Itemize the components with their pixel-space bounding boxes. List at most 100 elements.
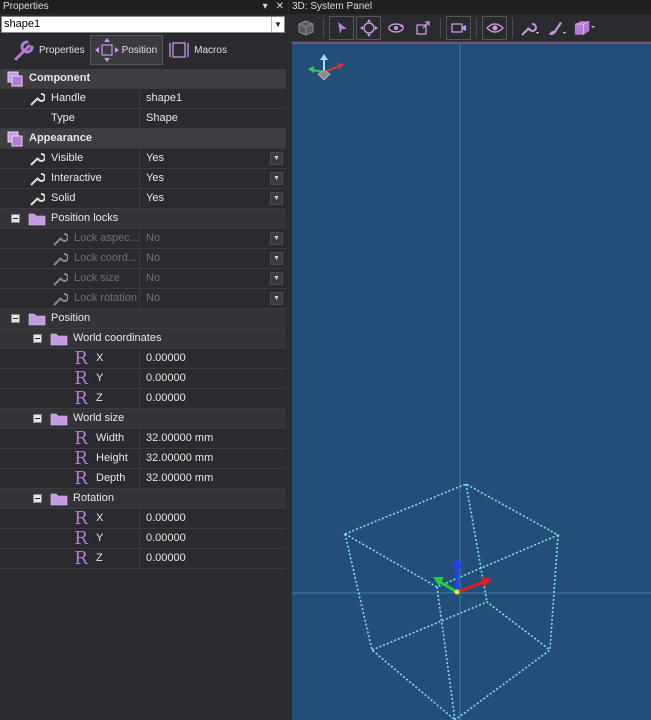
eye-icon[interactable] bbox=[482, 15, 507, 40]
move-arrows-icon bbox=[94, 37, 120, 63]
real-value-icon: R bbox=[74, 528, 88, 549]
folder-icon bbox=[50, 491, 68, 507]
folder-icon bbox=[28, 311, 46, 327]
chevron-down-icon[interactable]: ▼ bbox=[270, 192, 283, 205]
system-panel-title: 3D: System Panel bbox=[292, 1, 373, 12]
solid-select[interactable]: Yes ▼ bbox=[139, 189, 286, 208]
row-depth[interactable]: R Depth 32.00000 mm bbox=[0, 469, 286, 489]
folder-icon bbox=[50, 411, 68, 427]
close-icon[interactable]: ✕ bbox=[276, 0, 284, 14]
interactive-select[interactable]: Yes ▼ bbox=[139, 169, 286, 188]
object-selector[interactable]: shape1 ▼ bbox=[1, 16, 285, 33]
chevron-down-icon[interactable]: ▼ bbox=[270, 152, 283, 165]
lock-rotation-select[interactable]: No ▼ bbox=[139, 289, 286, 308]
row-lock-rotation[interactable]: Lock rotation No ▼ bbox=[0, 289, 286, 309]
real-value-icon: R bbox=[74, 388, 88, 409]
rot-x-input[interactable]: 0.00000 bbox=[139, 509, 286, 528]
row-height[interactable]: R Height 32.00000 mm bbox=[0, 449, 286, 469]
depth-input[interactable]: 32.00000 mm bbox=[139, 469, 286, 488]
collapse-toggle[interactable] bbox=[33, 414, 42, 423]
row-lock-coord[interactable]: Lock coord... No ▼ bbox=[0, 249, 286, 269]
wrench-dropdown-icon[interactable] bbox=[518, 16, 543, 40]
collapse-toggle[interactable] bbox=[33, 334, 42, 343]
tab-position[interactable]: Position bbox=[89, 35, 164, 65]
tab-position-label: Position bbox=[121, 44, 158, 56]
lock-coord-select[interactable]: No ▼ bbox=[139, 249, 286, 268]
property-tabs: Properties Position Macros bbox=[8, 35, 232, 65]
tab-macros[interactable]: Macros bbox=[163, 35, 232, 65]
chevron-down-icon[interactable]: ▼ bbox=[270, 232, 283, 245]
record-icon[interactable] bbox=[446, 15, 471, 40]
row-rot-z[interactable]: R Z 0.00000 bbox=[0, 549, 286, 569]
row-rot-x[interactable]: R X 0.00000 bbox=[0, 509, 286, 529]
chevron-down-icon[interactable]: ▼ bbox=[270, 252, 283, 265]
brush-dropdown-icon[interactable] bbox=[545, 16, 570, 40]
row-lock-aspect-label: Lock aspec... bbox=[74, 232, 139, 244]
section-component[interactable]: Component bbox=[0, 69, 286, 89]
row-handle-label: Handle bbox=[51, 92, 86, 104]
chevron-down-icon[interactable]: ▼ bbox=[270, 292, 283, 305]
properties-titlebar: Properties ▾ ✕ bbox=[0, 0, 288, 14]
pin-icon[interactable]: ▾ bbox=[263, 0, 268, 14]
chevron-down-icon[interactable]: ▼ bbox=[270, 172, 283, 185]
handle-value[interactable]: shape1 bbox=[139, 89, 286, 108]
chevron-down-icon[interactable]: ▼ bbox=[270, 272, 283, 285]
rot-z-input[interactable]: 0.00000 bbox=[139, 549, 286, 568]
row-coord-x[interactable]: R X 0.00000 bbox=[0, 349, 286, 369]
coord-x-input[interactable]: 0.00000 bbox=[139, 349, 286, 368]
cube-view-icon[interactable] bbox=[293, 16, 318, 40]
row-lock-aspect[interactable]: Lock aspec... No ▼ bbox=[0, 229, 286, 249]
box-dropdown-icon[interactable] bbox=[572, 16, 597, 40]
tab-properties[interactable]: Properties bbox=[8, 35, 90, 65]
section-appearance[interactable]: Appearance bbox=[0, 129, 286, 149]
row-rot-y[interactable]: R Y 0.00000 bbox=[0, 529, 286, 549]
component-stack-icon bbox=[6, 71, 24, 87]
row-lock-size[interactable]: Lock size No ▼ bbox=[0, 269, 286, 289]
height-input[interactable]: 32.00000 mm bbox=[139, 449, 286, 468]
coord-z-input[interactable]: 0.00000 bbox=[139, 389, 286, 408]
real-value-icon: R bbox=[74, 348, 88, 369]
row-visible[interactable]: Visible Yes ▼ bbox=[0, 149, 286, 169]
group-rotation[interactable]: Rotation bbox=[0, 489, 286, 509]
folder-icon bbox=[28, 211, 46, 227]
group-world-coordinates[interactable]: World coordinates bbox=[0, 329, 286, 349]
row-height-label: Height bbox=[96, 452, 128, 464]
group-world-size[interactable]: World size bbox=[0, 409, 286, 429]
scale-icon[interactable] bbox=[410, 16, 435, 40]
wrench-icon bbox=[28, 171, 46, 187]
3d-viewport[interactable] bbox=[292, 42, 651, 720]
macro-icon bbox=[166, 37, 192, 63]
wrench-icon bbox=[51, 291, 69, 307]
row-visible-label: Visible bbox=[51, 152, 84, 164]
properties-title: Properties bbox=[3, 1, 49, 12]
group-position[interactable]: Position bbox=[0, 309, 286, 329]
collapse-toggle[interactable] bbox=[33, 494, 42, 503]
lock-rotation-value: No bbox=[146, 292, 161, 304]
select-arrow-icon[interactable] bbox=[329, 15, 354, 40]
width-input[interactable]: 32.00000 mm bbox=[139, 429, 286, 448]
collapse-toggle[interactable] bbox=[11, 214, 20, 223]
visible-select[interactable]: Yes ▼ bbox=[139, 149, 286, 168]
rotate-icon[interactable] bbox=[383, 16, 408, 40]
move-icon[interactable] bbox=[356, 15, 381, 40]
row-solid-label: Solid bbox=[51, 192, 76, 204]
row-type[interactable]: Type Shape bbox=[0, 109, 286, 129]
wrench-icon bbox=[11, 37, 37, 63]
chevron-down-icon[interactable]: ▼ bbox=[271, 17, 284, 32]
group-position-locks[interactable]: Position locks bbox=[0, 209, 286, 229]
lock-aspect-select[interactable]: No ▼ bbox=[139, 229, 286, 248]
row-coord-x-label: X bbox=[96, 352, 104, 364]
collapse-toggle[interactable] bbox=[11, 314, 20, 323]
lock-size-select[interactable]: No ▼ bbox=[139, 269, 286, 288]
tab-macros-label: Macros bbox=[194, 44, 227, 56]
object-selector-value: shape1 bbox=[4, 18, 41, 30]
row-handle[interactable]: Handle shape1 bbox=[0, 89, 286, 109]
row-width[interactable]: R Width 32.00000 mm bbox=[0, 429, 286, 449]
row-coord-y[interactable]: R Y 0.00000 bbox=[0, 369, 286, 389]
row-interactive[interactable]: Interactive Yes ▼ bbox=[0, 169, 286, 189]
coord-y-input[interactable]: 0.00000 bbox=[139, 369, 286, 388]
row-coord-z[interactable]: R Z 0.00000 bbox=[0, 389, 286, 409]
group-world-coordinates-label: World coordinates bbox=[73, 332, 162, 344]
rot-y-input[interactable]: 0.00000 bbox=[139, 529, 286, 548]
row-solid[interactable]: Solid Yes ▼ bbox=[0, 189, 286, 209]
